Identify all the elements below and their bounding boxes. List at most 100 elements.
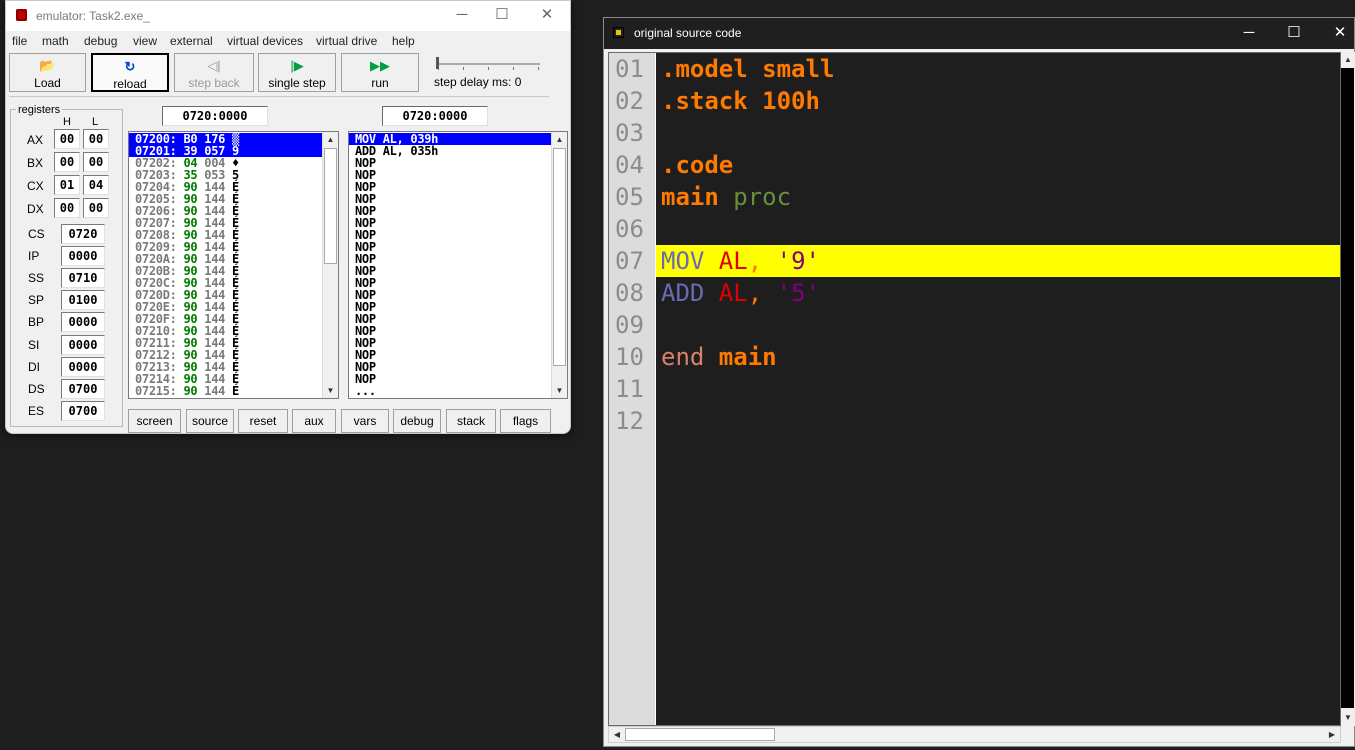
disassembly-row[interactable]: NOP	[349, 265, 552, 277]
scroll-up-icon[interactable]: ▲	[552, 132, 567, 147]
current-code-line[interactable]: MOV AL, '9'	[656, 245, 1340, 277]
register-bp-value[interactable]: 0000	[61, 312, 105, 333]
maximize-button[interactable]: ☐	[1271, 18, 1317, 49]
disassembly-address-input[interactable]: 0720:0000	[382, 106, 488, 126]
close-button[interactable]: ✕	[1317, 18, 1355, 49]
register-si-value[interactable]: 0000	[61, 334, 105, 355]
register-dx-low[interactable]: 00	[83, 198, 109, 218]
disassembly-row[interactable]: NOP	[349, 205, 552, 217]
scroll-left-icon[interactable]: ◀	[609, 727, 625, 742]
disassembly-row[interactable]: NOP	[349, 337, 552, 349]
menu-help[interactable]: help	[392, 34, 415, 48]
register-es-value[interactable]: 0700	[61, 400, 105, 421]
disassembly-row[interactable]: NOP	[349, 325, 552, 337]
source-vertical-scrollbar[interactable]: ▲ ▼	[1341, 52, 1355, 726]
disassembly-list[interactable]: MOV AL, 039h ADD AL, 035h NOP NOP NOP NOP NOP N…	[348, 131, 568, 399]
register-ax-high[interactable]: 00	[54, 129, 80, 149]
menu-file[interactable]: file	[12, 34, 27, 48]
load-button[interactable]: 📂 Load	[9, 53, 86, 92]
scroll-up-icon[interactable]: ▲	[1341, 52, 1355, 68]
code-line[interactable]	[656, 117, 1340, 149]
stack-button[interactable]: stack	[446, 409, 496, 433]
code-line[interactable]	[656, 213, 1340, 245]
disassembly-list-scroll-thumb[interactable]	[553, 148, 566, 366]
code-line[interactable]: ADD AL, '5'	[656, 277, 1340, 309]
register-ss-value[interactable]: 0710	[61, 268, 105, 289]
debug-button[interactable]: debug	[393, 409, 441, 433]
source-titlebar[interactable]: original source code ─ ☐ ✕	[604, 18, 1354, 49]
register-bx-low[interactable]: 00	[83, 152, 109, 172]
step-back-button[interactable]: ◁| step back	[174, 53, 254, 92]
scroll-down-icon[interactable]: ▼	[1341, 710, 1355, 726]
register-bx-high[interactable]: 00	[54, 152, 80, 172]
single-step-button[interactable]: |▶ single step	[258, 53, 336, 92]
register-cx-low[interactable]: 04	[83, 175, 109, 195]
code-line[interactable]: .model small	[656, 53, 1340, 85]
disassembly-row[interactable]: NOP	[349, 181, 552, 193]
minimize-button[interactable]: ─	[1226, 18, 1272, 49]
step-delay-slider-thumb[interactable]	[436, 57, 439, 69]
disassembly-row[interactable]: NOP	[349, 301, 552, 313]
memory-row[interactable]: 07215: 90 144 É	[129, 385, 323, 397]
code-line[interactable]: .stack 100h	[656, 85, 1340, 117]
screen-button[interactable]: screen	[128, 409, 181, 433]
register-cx-high[interactable]: 01	[54, 175, 80, 195]
menu-debug[interactable]: debug	[84, 34, 117, 48]
register-ds-value[interactable]: 0700	[61, 378, 105, 399]
scroll-up-icon[interactable]: ▲	[323, 132, 338, 147]
menu-virtual-devices[interactable]: virtual devices	[227, 34, 303, 48]
disassembly-row[interactable]: NOP	[349, 217, 552, 229]
disassembly-row[interactable]: NOP	[349, 193, 552, 205]
register-cs-value[interactable]: 0720	[61, 224, 105, 244]
code-line[interactable]	[656, 309, 1340, 341]
disassembly-row[interactable]: NOP	[349, 241, 552, 253]
step-delay-slider[interactable]	[438, 63, 540, 65]
reset-button[interactable]: reset	[238, 409, 288, 433]
source-scroll-thumb[interactable]	[1341, 68, 1354, 708]
vars-button[interactable]: vars	[341, 409, 389, 433]
memory-list-scrollbar[interactable]: ▲ ▼	[322, 132, 338, 398]
disassembly-row[interactable]: NOP	[349, 373, 552, 385]
disassembly-row[interactable]: NOP	[349, 313, 552, 325]
disassembly-row[interactable]: NOP	[349, 277, 552, 289]
source-horizontal-scrollbar[interactable]: ◀ ▶	[608, 726, 1341, 743]
disassembly-row[interactable]: ADD AL, 035h	[349, 145, 552, 157]
menu-math[interactable]: math	[42, 34, 69, 48]
register-ax-low[interactable]: 00	[83, 129, 109, 149]
disassembly-row[interactable]: NOP	[349, 361, 552, 373]
source-hscroll-thumb[interactable]	[625, 728, 775, 741]
maximize-button[interactable]: ☐	[479, 1, 525, 31]
disassembly-row[interactable]: NOP	[349, 349, 552, 361]
register-di-value[interactable]: 0000	[61, 356, 105, 377]
code-line[interactable]: end main	[656, 341, 1340, 373]
disassembly-row[interactable]: ...	[349, 385, 552, 397]
code-line[interactable]: .code	[656, 149, 1340, 181]
disassembly-row[interactable]: NOP	[349, 157, 552, 169]
register-dx-high[interactable]: 00	[54, 198, 80, 218]
memory-list[interactable]: 07200: B0 176 ▒ 07201: 39 057 9 07202: 04 …	[128, 131, 339, 399]
menu-external[interactable]: external	[170, 34, 213, 48]
emulator-titlebar[interactable]: emulator: Task2.exe_ ─ ☐ ✕	[6, 1, 570, 31]
code-line[interactable]	[656, 405, 1340, 437]
disassembly-row[interactable]: NOP	[349, 229, 552, 241]
close-button[interactable]: ✕	[524, 1, 570, 31]
source-button[interactable]: source	[186, 409, 234, 433]
run-button[interactable]: ▶▶ run	[341, 53, 419, 92]
memory-list-scroll-thumb[interactable]	[324, 148, 337, 264]
disassembly-row[interactable]: NOP	[349, 253, 552, 265]
source-editor[interactable]: 01 .model small 02 .stack 100h 03 04 .code 05 ma…	[608, 52, 1341, 726]
disassembly-row[interactable]: NOP	[349, 169, 552, 181]
code-line[interactable]	[656, 373, 1340, 405]
scroll-down-icon[interactable]: ▼	[323, 383, 338, 398]
disassembly-row[interactable]: NOP	[349, 289, 552, 301]
memory-address-input[interactable]: 0720:0000	[162, 106, 268, 126]
register-ip-value[interactable]: 0000	[61, 246, 105, 267]
code-line[interactable]: main proc	[656, 181, 1340, 213]
scroll-down-icon[interactable]: ▼	[552, 383, 567, 398]
scroll-right-icon[interactable]: ▶	[1324, 727, 1340, 742]
aux-button[interactable]: aux	[292, 409, 336, 433]
register-sp-value[interactable]: 0100	[61, 290, 105, 311]
disassembly-list-scrollbar[interactable]: ▲ ▼	[551, 132, 567, 398]
menu-virtual-drive[interactable]: virtual drive	[316, 34, 377, 48]
menu-view[interactable]: view	[133, 34, 157, 48]
